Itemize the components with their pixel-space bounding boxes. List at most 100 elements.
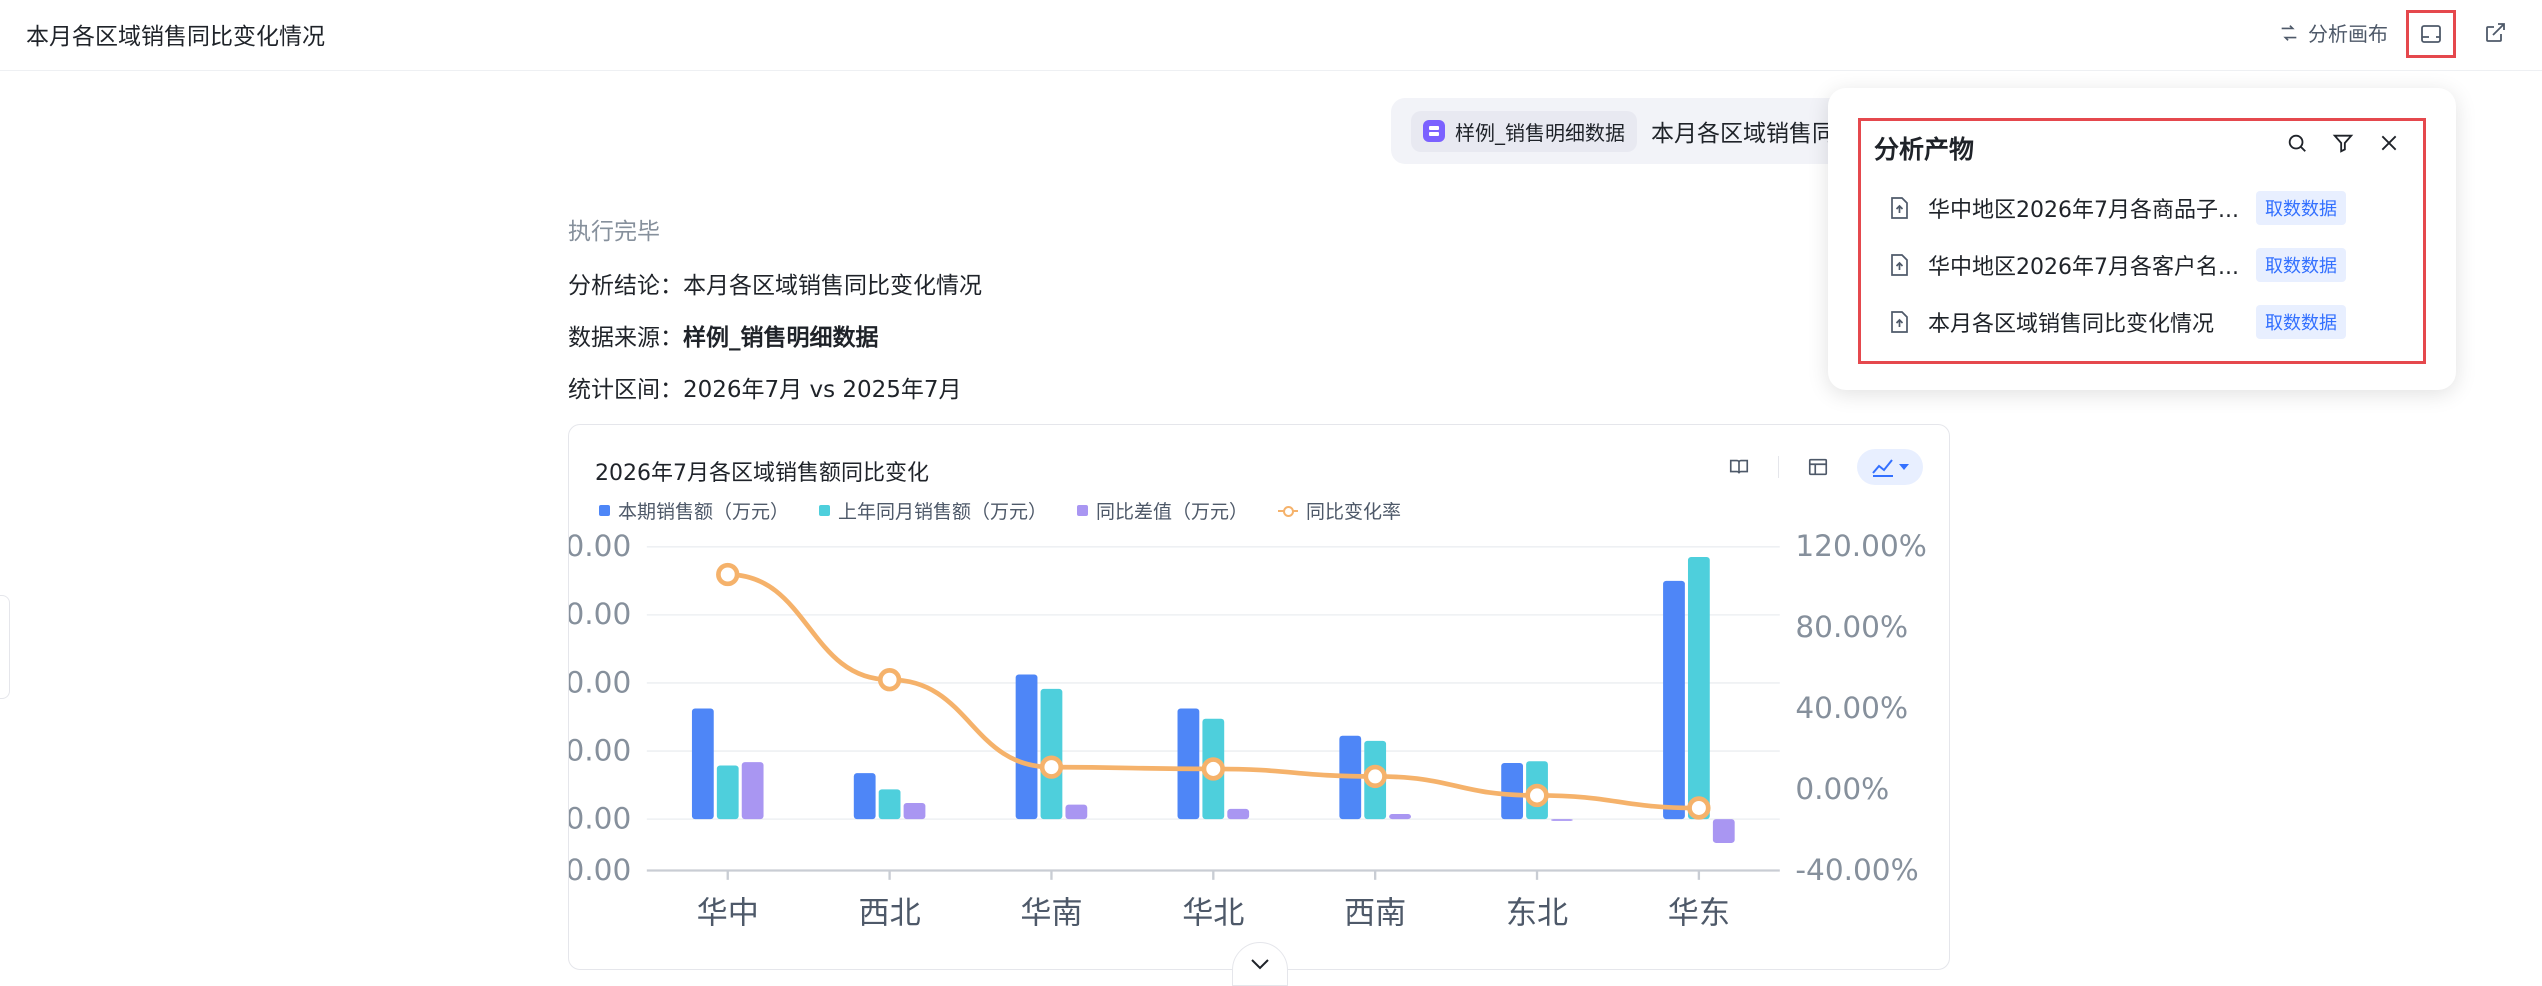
file-upload-icon	[1886, 195, 1912, 221]
dataset-tag-label: 样例_销售明细数据	[1455, 120, 1625, 145]
y-left-tick-label: 0.00	[569, 801, 631, 835]
x-tick-label: 华南	[1020, 895, 1082, 931]
statistics-period: 统计区间：2026年7月 vs 2025年7月	[568, 377, 962, 403]
y-left-tick-label: 40.00	[569, 733, 631, 767]
legend-swatch	[599, 505, 610, 516]
bar	[853, 773, 876, 820]
bar	[1551, 819, 1573, 821]
line-point	[1687, 796, 1711, 820]
bar	[1501, 762, 1524, 820]
analysis-conclusion: 分析结论：本月各区域销售同比变化情况	[568, 273, 982, 299]
artifact-name: 本月各区域销售同比变化情况	[1928, 312, 2215, 337]
chart-toolbar	[1722, 449, 1923, 485]
analysis-canvas-button[interactable]: 分析画布	[2278, 18, 2388, 47]
data-source: 数据来源：样例_销售明细数据	[568, 318, 879, 352]
analysis-canvas-label: 分析画布	[2308, 22, 2388, 46]
x-tick-label: 西南	[1344, 895, 1406, 931]
book-icon[interactable]	[1722, 450, 1756, 484]
bar	[1040, 688, 1063, 820]
x-tick-label: 华东	[1668, 895, 1730, 931]
line-point	[1201, 757, 1225, 781]
artifact-name: 华中地区2026年7月各商品子...	[1928, 198, 2239, 223]
top-bar: 本月各区域销售同比变化情况 分析画布	[0, 0, 2542, 71]
y-right-tick-label: 0.00%	[1795, 772, 1889, 806]
line-point	[1363, 764, 1387, 789]
x-tick-label: 东北	[1506, 895, 1568, 931]
y-left-tick-label: -40.00	[569, 853, 631, 887]
dataset-tag[interactable]: 样例_销售明细数据	[1411, 110, 1637, 152]
sidebar-collapse-handle[interactable]	[0, 595, 10, 699]
legend-item[interactable]: 同比差值（万元）	[1077, 497, 1248, 524]
y-left-tick-label: 120.00	[569, 597, 631, 631]
artifacts-panel: 分析产物 华中地区2026年7月各商品子... 取数数据 华中地区2026年7月…	[1828, 88, 2456, 390]
chevron-down-icon	[1899, 464, 1909, 470]
combo-chart: 160.00 120.00 80.00 40.00 0.00 -40.00 120.00% 8…	[569, 529, 1927, 931]
artifact-panel-button[interactable]	[2406, 10, 2456, 58]
legend-label: 同比变化率	[1306, 501, 1402, 523]
legend-item[interactable]: 上年同月销售额（万元）	[819, 497, 1047, 524]
chart-legend: 本期销售额（万元） 上年同月销售额（万元） 同比差值（万元） 同比变化率	[599, 497, 1401, 524]
page-title: 本月各区域销售同比变化情况	[26, 24, 325, 50]
filter-icon[interactable]	[2330, 130, 2356, 156]
legend-label: 上年同月销售额（万元）	[838, 501, 1048, 523]
bar	[1687, 557, 1710, 820]
execution-status: 执行完毕	[568, 219, 660, 245]
bar	[1177, 708, 1200, 820]
file-upload-icon	[1886, 309, 1912, 335]
line-point	[1039, 755, 1064, 779]
artifact-item[interactable]: 本月各区域销售同比变化情况 取数数据	[1886, 304, 2346, 340]
y-left-tick-label: 80.00	[569, 665, 631, 699]
y-right-tick-label: -40.00%	[1795, 853, 1918, 887]
external-link-icon	[2486, 23, 2505, 42]
bar	[1389, 814, 1411, 820]
bar	[1065, 804, 1088, 820]
line-point	[1525, 783, 1549, 808]
artifact-type-badge: 取数数据	[2256, 248, 2346, 282]
artifact-item[interactable]: 华中地区2026年7月各商品子... 取数数据	[1886, 190, 2346, 226]
panel-icon	[2421, 25, 2441, 43]
x-tick-label: 华北	[1182, 895, 1244, 931]
bar	[716, 765, 739, 820]
panel-title: 分析产物	[1874, 135, 1975, 164]
bar	[878, 789, 901, 820]
panel-actions	[2284, 130, 2402, 156]
artifact-item[interactable]: 华中地区2026年7月各客户名... 取数数据	[1886, 247, 2346, 283]
x-tick-label: 华中	[697, 895, 759, 931]
legend-swatch	[1077, 505, 1089, 516]
close-icon[interactable]	[2376, 130, 2402, 156]
chart-type-selector[interactable]	[1857, 449, 1923, 485]
x-tick-label: 西北	[858, 895, 920, 931]
y-left-tick-label: 160.00	[569, 529, 631, 563]
dataset-icon	[1423, 120, 1445, 142]
artifact-name: 华中地区2026年7月各客户名...	[1928, 255, 2239, 280]
bar	[1227, 808, 1250, 820]
bar	[903, 802, 926, 820]
bar	[1712, 819, 1735, 843]
line-chart-icon	[1872, 459, 1893, 477]
data-source-label: 数据来源：	[568, 325, 683, 351]
legend-item[interactable]: 本期销售额（万元）	[599, 497, 789, 524]
y-right-tick-label: 80.00%	[1795, 610, 1908, 644]
chevron-down-icon	[1251, 959, 1269, 970]
line-point	[877, 668, 902, 692]
canvas-icon	[2281, 24, 2297, 41]
y-right-tick-label: 40.00%	[1795, 691, 1908, 725]
artifact-type-badge: 取数数据	[2256, 305, 2346, 339]
table-view-icon[interactable]	[1801, 450, 1835, 484]
open-external-button[interactable]	[2480, 18, 2510, 48]
legend-item[interactable]: 同比变化率	[1278, 497, 1401, 524]
chart-card: 2026年7月各区域销售额同比变化 本期销售额（万元） 上年同月销售额（万元） 同比…	[568, 424, 1950, 970]
chart-title: 2026年7月各区域销售额同比变化	[595, 461, 929, 486]
artifact-type-badge: 取数数据	[2256, 191, 2346, 225]
bar	[691, 708, 714, 820]
bar	[1663, 580, 1685, 820]
legend-swatch	[819, 505, 831, 516]
data-source-value: 样例_销售明细数据	[683, 325, 879, 351]
y-right-tick-label: 120.00%	[1795, 529, 1926, 563]
toolbar-divider	[1778, 456, 1779, 478]
legend-label: 本期销售额（万元）	[618, 501, 790, 523]
legend-swatch	[1278, 505, 1299, 517]
bar	[741, 762, 764, 820]
bar	[1015, 674, 1038, 820]
search-icon[interactable]	[2284, 130, 2310, 156]
